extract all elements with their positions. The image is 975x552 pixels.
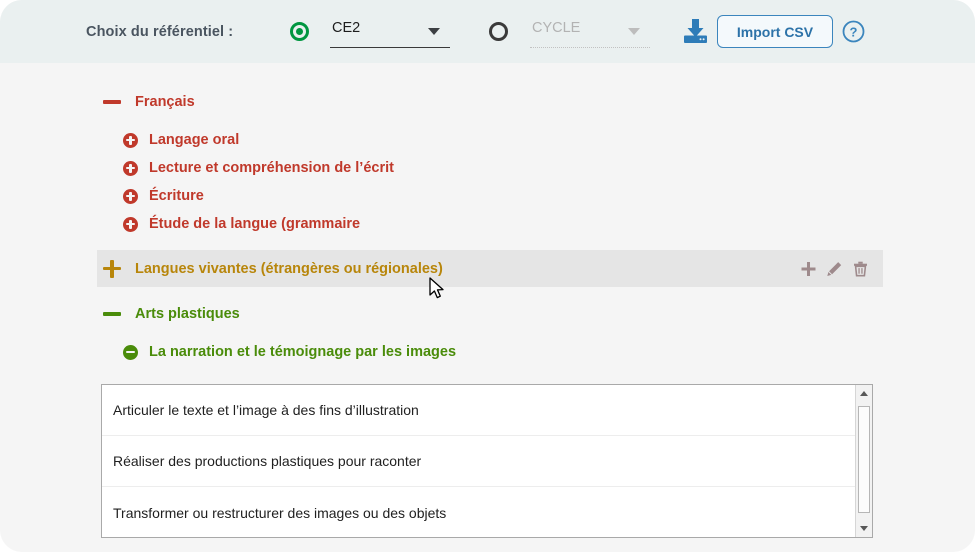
tree-node-label: Langues vivantes (étrangères ou régional… bbox=[135, 260, 443, 277]
grade-select[interactable]: CE2 bbox=[330, 16, 450, 48]
minus-toggle-icon[interactable] bbox=[123, 344, 138, 360]
grade-select-underline bbox=[330, 47, 450, 48]
list-item-label: Articuler le texte et l’image à des fins… bbox=[113, 402, 419, 418]
minus-toggle-icon[interactable] bbox=[103, 100, 121, 104]
chevron-down-icon bbox=[428, 28, 440, 35]
referential-label: Choix du référentiel : bbox=[86, 24, 234, 40]
tree-node-label: La narration et le témoignage par les im… bbox=[149, 344, 457, 360]
list-item[interactable]: Transformer ou restructurer des images o… bbox=[102, 487, 855, 537]
chevron-down-icon bbox=[628, 28, 640, 35]
list-item-label: Transformer ou restructurer des images o… bbox=[113, 504, 447, 521]
delete-icon[interactable] bbox=[852, 260, 869, 277]
tree-node-label: Arts plastiques bbox=[135, 306, 240, 322]
tree-node-label: Étude de la langue (grammaire bbox=[149, 216, 361, 232]
edit-icon[interactable] bbox=[826, 260, 843, 277]
add-icon[interactable] bbox=[800, 260, 817, 277]
scroll-up-button[interactable] bbox=[856, 385, 872, 402]
app-window: Choix du référentiel : CE2 CYCLE Import … bbox=[0, 0, 975, 552]
competency-listbox[interactable]: Articuler le texte et l’image à des fins… bbox=[101, 384, 873, 538]
plus-toggle-icon[interactable] bbox=[123, 132, 138, 148]
tree-node-etude-langue[interactable]: Étude de la langue (grammaire bbox=[123, 210, 360, 238]
tree-node-langues-vivantes[interactable]: Langues vivantes (étrangères ou régional… bbox=[97, 250, 883, 287]
download-icon[interactable] bbox=[681, 17, 710, 46]
cycle-select[interactable]: CYCLE bbox=[530, 16, 650, 48]
tree-node-label: Lecture et compréhension de l’écrit bbox=[149, 160, 394, 176]
plus-toggle-icon[interactable] bbox=[123, 160, 138, 176]
tree-node-label: Langage oral bbox=[149, 132, 240, 148]
import-csv-button[interactable]: Import CSV bbox=[717, 15, 833, 48]
chevron-down-icon bbox=[860, 526, 868, 531]
plus-toggle-icon[interactable] bbox=[103, 259, 121, 278]
competency-list: Articuler le texte et l’image à des fins… bbox=[102, 385, 855, 537]
radio-cycle[interactable] bbox=[489, 22, 508, 41]
tree-node-ecriture[interactable]: Écriture bbox=[123, 182, 204, 210]
listbox-scrollbar[interactable] bbox=[855, 385, 872, 537]
radio-grade[interactable] bbox=[290, 22, 309, 41]
list-item[interactable]: Articuler le texte et l’image à des fins… bbox=[102, 385, 855, 436]
tree-node-arts-plastiques[interactable]: Arts plastiques bbox=[103, 300, 240, 328]
list-item-label: Réaliser des productions plastiques pour… bbox=[113, 453, 422, 469]
cycle-select-underline bbox=[530, 47, 650, 48]
tree-node-narration-temoignage[interactable]: La narration et le témoignage par les im… bbox=[123, 338, 456, 366]
tree-node-label: Écriture bbox=[149, 188, 204, 204]
tree-node-label: Français bbox=[135, 94, 195, 110]
plus-toggle-icon[interactable] bbox=[123, 216, 138, 232]
cycle-select-value: CYCLE bbox=[532, 20, 581, 36]
svg-text:?: ? bbox=[850, 24, 858, 39]
tree-node-langage-oral[interactable]: Langage oral bbox=[123, 126, 239, 154]
toolbar-header: Choix du référentiel : CE2 CYCLE Import … bbox=[0, 0, 975, 63]
grade-select-value: CE2 bbox=[332, 20, 361, 36]
help-circle-icon[interactable]: ? bbox=[842, 20, 865, 43]
minus-toggle-icon[interactable] bbox=[103, 312, 121, 316]
scroll-down-button[interactable] bbox=[856, 520, 872, 537]
list-item[interactable]: Réaliser des productions plastiques pour… bbox=[102, 436, 855, 487]
import-csv-label: Import CSV bbox=[736, 23, 814, 40]
scrollbar-thumb[interactable] bbox=[858, 406, 870, 513]
chevron-up-icon bbox=[860, 391, 868, 396]
tree-node-francais[interactable]: Français bbox=[103, 88, 195, 116]
plus-toggle-icon[interactable] bbox=[123, 188, 138, 204]
tree-node-lecture-comprehension[interactable]: Lecture et compréhension de l’écrit bbox=[123, 154, 394, 182]
row-action-group bbox=[800, 260, 869, 277]
